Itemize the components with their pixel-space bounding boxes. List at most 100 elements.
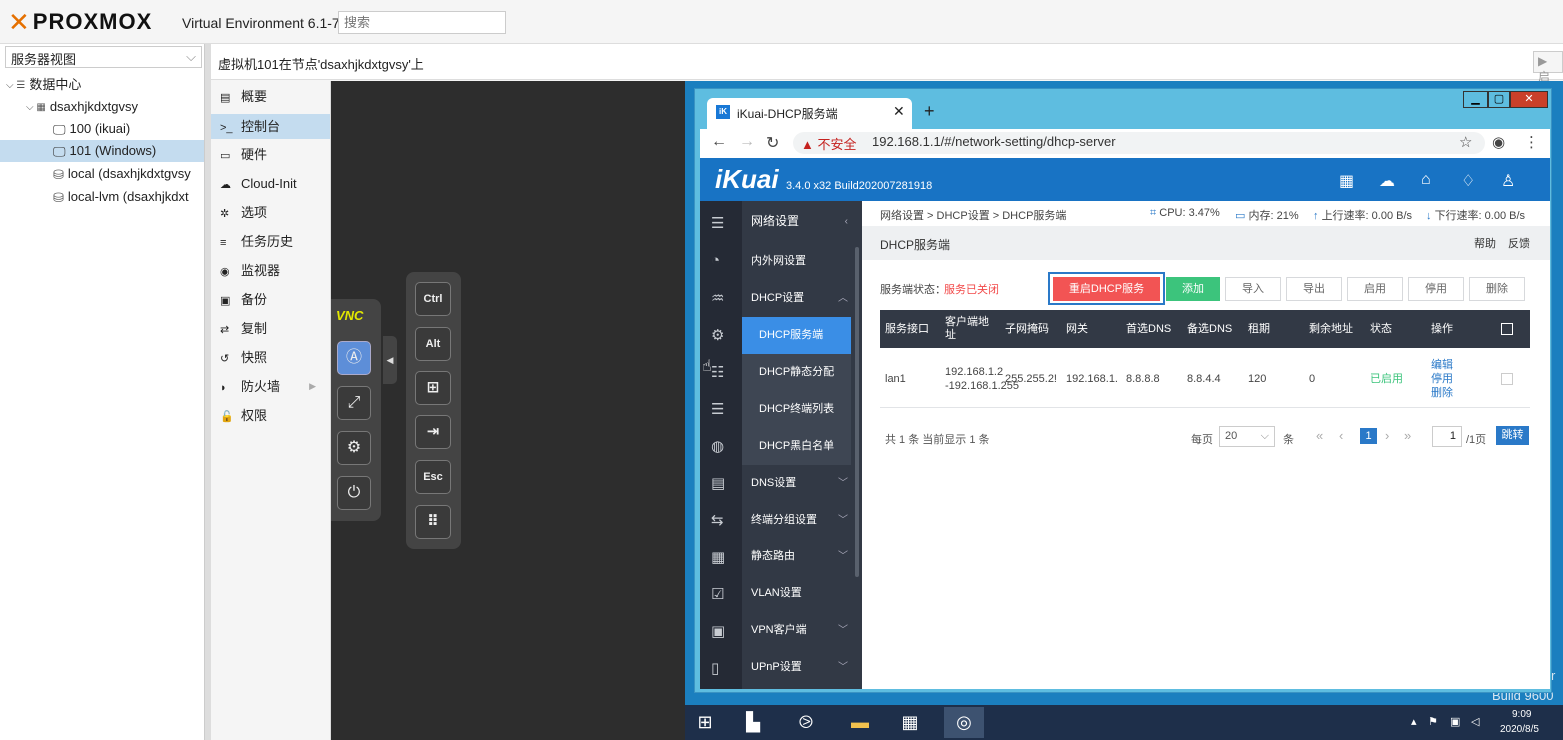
page-input[interactable]: 1	[1432, 426, 1462, 447]
key-tab-button[interactable]: ⇥	[415, 415, 451, 449]
bookmark-star-icon[interactable]: ☆	[1459, 133, 1472, 151]
nav-monitor[interactable]: ◉ 监视器	[211, 258, 330, 283]
vnc-fullscreen-button[interactable]: ⤢	[337, 386, 371, 420]
sliders-icon[interactable]: ☰	[711, 400, 724, 418]
vnc-power-button[interactable]: ⏻	[337, 476, 371, 510]
nav-permissions[interactable]: 🔓 权限	[211, 403, 330, 428]
network-icon[interactable]: ☷	[711, 363, 724, 381]
file-explorer-icon[interactable]: ▬	[840, 707, 880, 738]
sidebar-network-settings[interactable]: 网络设置 ‹	[742, 203, 860, 240]
per-page-select[interactable]: 20 ⌵	[1219, 426, 1275, 447]
home-icon[interactable]: ⌂	[1421, 171, 1431, 189]
network-manager-icon[interactable]: ▦	[890, 707, 930, 738]
sidebar-dhcp-settings[interactable]: DHCP设置 ︿	[742, 280, 860, 317]
network-tray-icon[interactable]: ▣	[1450, 715, 1460, 728]
insecure-warning[interactable]: ▲ 不安全	[801, 134, 856, 153]
first-page-icon[interactable]: «	[1316, 428, 1323, 443]
sidebar-vlan[interactable]: VLAN设置	[742, 575, 860, 612]
sidebar-dhcp-static[interactable]: DHCP静态分配	[742, 354, 851, 391]
edit-link[interactable]: 编辑	[1431, 359, 1453, 372]
sidebar-dhcp-server[interactable]: DHCP服务端	[742, 317, 851, 354]
tree-item-storage-local[interactable]: ⛁ local (dsaxhjkdxtgvsy	[0, 163, 204, 185]
back-arrow-icon[interactable]: ←	[711, 133, 727, 151]
apps-icon[interactable]: ▣	[711, 622, 725, 640]
tree-item-node[interactable]: ⌵ ▦ dsaxhjkdxtgvsy	[0, 96, 204, 118]
sidebar-upnp[interactable]: UPnP设置 ﹀	[742, 649, 860, 686]
tab-close-icon[interactable]: ✕	[893, 103, 905, 120]
key-alt-button[interactable]: Alt	[415, 327, 451, 361]
sidebar-terminal-groups[interactable]: 终端分组设置 ﹀	[742, 502, 860, 539]
nav-task-history[interactable]: ≡ 任务历史	[211, 229, 330, 254]
user-icon[interactable]: ♙	[1501, 171, 1515, 191]
disable-button[interactable]: 停用	[1408, 277, 1464, 301]
tree-item-datacenter[interactable]: ⌵ ☰ 数据中心	[0, 74, 204, 96]
start-button[interactable]: ▶ 启	[1533, 51, 1563, 84]
new-tab-icon[interactable]: +	[924, 101, 935, 122]
help-link[interactable]: 帮助	[1474, 235, 1496, 251]
jump-button[interactable]: 跳转	[1496, 426, 1529, 445]
tray-expand-icon[interactable]: ▴	[1411, 715, 1417, 728]
vnc-keyboard-button[interactable]: Ⓐ	[337, 341, 371, 375]
sidebar-vpn-client[interactable]: VPN客户端 ﹀	[742, 612, 860, 649]
feedback-link[interactable]: 反馈	[1508, 235, 1530, 251]
forward-arrow-icon[interactable]: →	[739, 133, 755, 151]
cloud-icon[interactable]: ☁	[1379, 171, 1395, 191]
vnc-settings-button[interactable]: ⚙	[337, 431, 371, 465]
wifi-icon[interactable]: ◍	[711, 437, 724, 455]
vnc-panel-handle[interactable]: ◀	[383, 336, 397, 384]
bell-icon[interactable]: ♢	[1461, 171, 1475, 191]
sidebar-scrollbar[interactable]	[855, 247, 859, 577]
delete-link[interactable]: 删除	[1431, 387, 1453, 400]
sidebar-dhcp-clients[interactable]: DHCP终端列表	[742, 391, 851, 428]
apps-grid-icon[interactable]: ▦	[1339, 171, 1354, 191]
add-button[interactable]: 添加	[1166, 277, 1220, 301]
nav-firewall[interactable]: ◗ 防火墙 ▶	[211, 374, 330, 399]
nav-summary[interactable]: ▤ 概要	[211, 84, 330, 109]
nav-snapshots[interactable]: ↺ 快照	[211, 345, 330, 370]
nav-backup[interactable]: ▣ 备份	[211, 287, 330, 312]
key-esc-button[interactable]: Esc	[415, 460, 451, 494]
restart-dhcp-button[interactable]: 重启DHCP服务	[1053, 277, 1160, 301]
enable-button[interactable]: 启用	[1347, 277, 1403, 301]
flag-icon[interactable]: ⚑	[1428, 715, 1438, 728]
menu-kebab-icon[interactable]: ⋮	[1524, 133, 1539, 151]
key-ctrl-alt-del-button[interactable]: ⠿	[415, 505, 451, 539]
sidebar-static-route[interactable]: 静态路由 ﹀	[742, 538, 860, 575]
sidebar-dhcp-blacklist[interactable]: DHCP黑白名单	[742, 428, 851, 465]
disable-link[interactable]: 停用	[1431, 373, 1453, 386]
window-close-button[interactable]: ✕	[1510, 91, 1548, 108]
last-page-icon[interactable]: »	[1404, 428, 1411, 443]
monitor-wave-icon[interactable]: ♒	[711, 289, 724, 307]
clock-time[interactable]: 9:09	[1512, 709, 1531, 720]
row-checkbox[interactable]	[1501, 373, 1513, 385]
export-button[interactable]: 导出	[1286, 277, 1342, 301]
ikuai-logo[interactable]: iKuai	[715, 164, 779, 195]
window-minimize-button[interactable]: ▁	[1463, 91, 1488, 108]
firewall-icon[interactable]: ▦	[711, 548, 725, 566]
nav-replication[interactable]: ⇄ 复制	[211, 316, 330, 341]
tree-item-vm-100[interactable]: 🖵 100 (ikuai)	[0, 118, 204, 140]
view-select[interactable]: 服务器视图 ⌵	[5, 46, 202, 68]
delete-button[interactable]: 删除	[1469, 277, 1525, 301]
import-button[interactable]: 导入	[1225, 277, 1281, 301]
chrome-taskbar-icon[interactable]: ◎	[944, 707, 984, 738]
document-icon[interactable]: ▯	[711, 659, 719, 677]
window-maximize-button[interactable]: ▢	[1488, 91, 1510, 108]
check-box-icon[interactable]: ☑	[711, 585, 724, 603]
nav-console[interactable]: >_ 控制台	[211, 114, 330, 139]
page-current[interactable]: 1	[1360, 428, 1377, 444]
nav-hardware[interactable]: ▭ 硬件	[211, 142, 330, 167]
clock-date[interactable]: 2020/8/5	[1500, 724, 1539, 735]
key-ctrl-button[interactable]: Ctrl	[415, 282, 451, 316]
swap-icon[interactable]: ⇆	[711, 511, 724, 529]
tree-item-vm-101[interactable]: 🖵 101 (Windows)	[0, 140, 204, 162]
url-text[interactable]: 192.168.1.1/#/network-setting/dhcp-serve…	[872, 134, 1116, 149]
key-windows-button[interactable]: ⊞	[415, 371, 451, 405]
menu-collapse-icon[interactable]: ☰	[711, 214, 724, 232]
volume-icon[interactable]: ◁	[1471, 715, 1479, 728]
profile-icon[interactable]: ◉	[1492, 133, 1505, 151]
server-manager-icon[interactable]: ▙	[733, 707, 773, 738]
reload-icon[interactable]: ↻	[766, 133, 779, 153]
prev-page-icon[interactable]: ‹	[1339, 428, 1343, 443]
nav-options[interactable]: ✲ 选项	[211, 200, 330, 225]
